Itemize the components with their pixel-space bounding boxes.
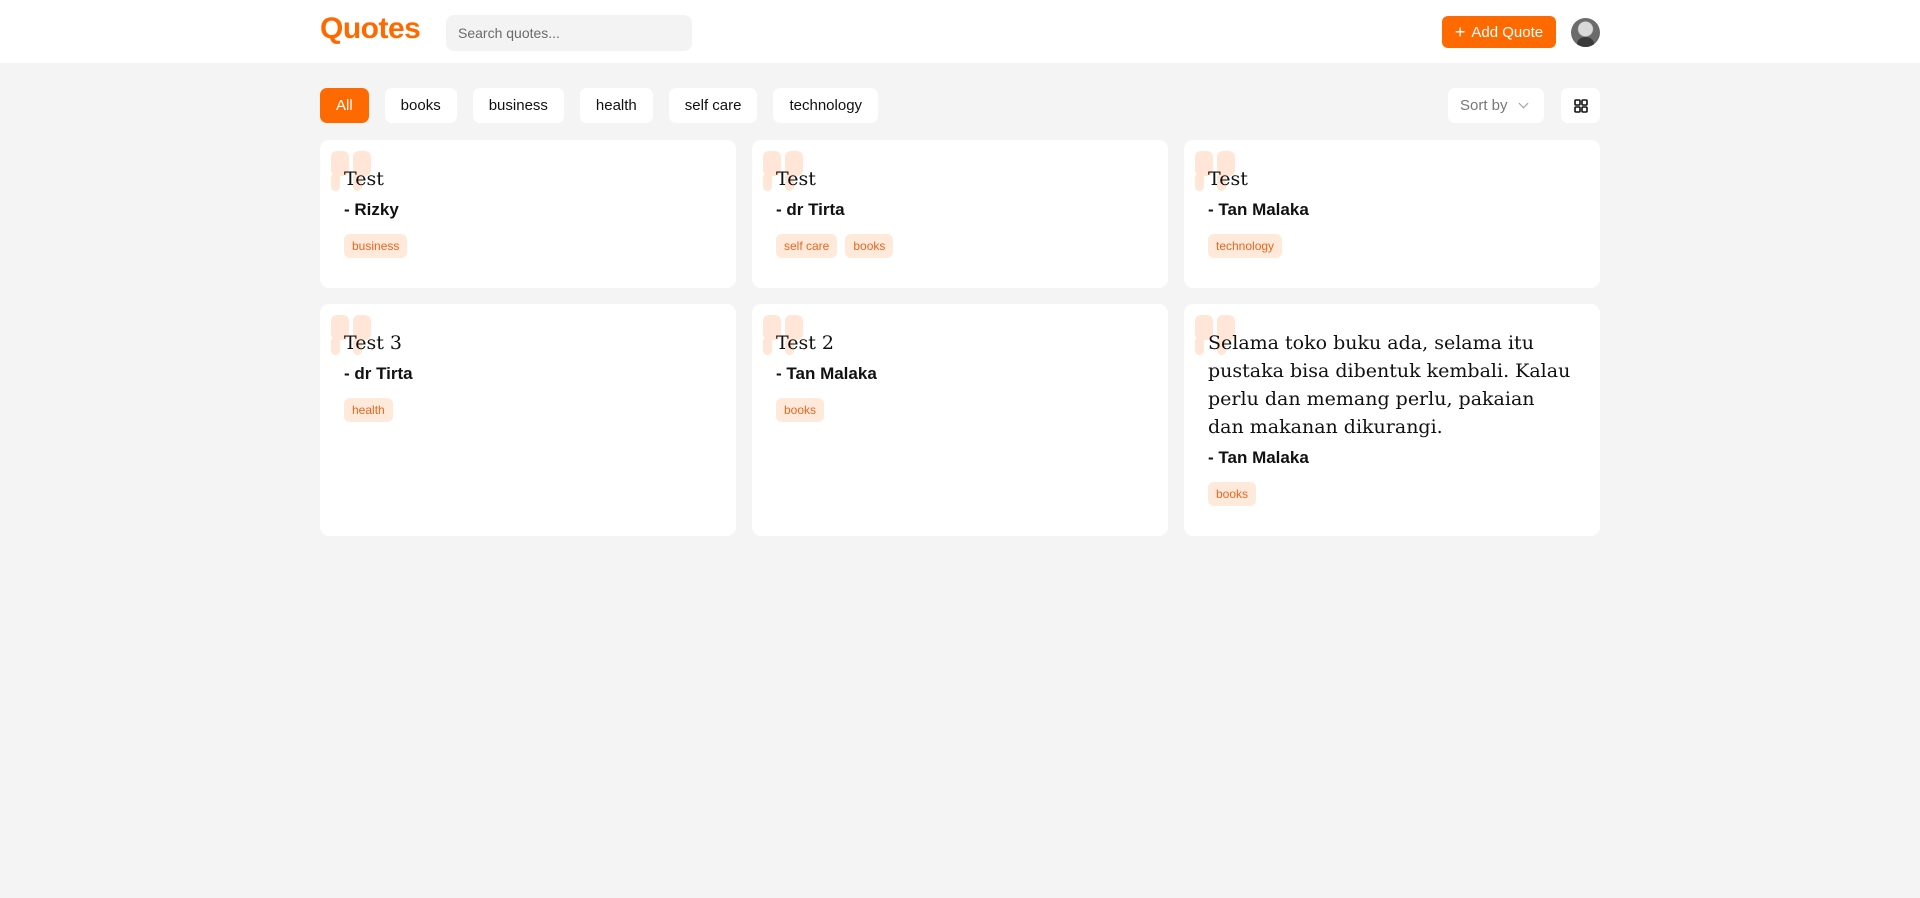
tag-badge[interactable]: books [845, 234, 894, 258]
category-filters: All books business health self care technolog… [320, 88, 879, 123]
quotes-grid: Test - Rizky business Test - dr Tirta self ca… [320, 140, 1600, 536]
grid-icon [1573, 98, 1588, 113]
quote-tags: books [1208, 482, 1576, 506]
quote-card[interactable]: Test - Tan Malaka technology [1184, 140, 1600, 288]
filter-chip[interactable]: All [320, 88, 369, 123]
plus-icon: + [1454, 22, 1466, 42]
sort-dropdown[interactable]: Sort by [1448, 88, 1544, 123]
search-input[interactable] [446, 15, 692, 51]
quote-author: - Tan Malaka [1208, 448, 1309, 467]
quote-author: - dr Tirta [344, 364, 413, 383]
quote-card[interactable]: Test 3 - dr Tirta health [320, 304, 736, 536]
grid-view-button[interactable] [1561, 88, 1600, 123]
tag-badge[interactable]: books [1208, 482, 1257, 506]
quote-author: - dr Tirta [776, 200, 845, 219]
app-logo[interactable]: Quotes [320, 12, 421, 46]
quote-tags: business [344, 234, 712, 258]
tag-badge[interactable]: health [344, 398, 393, 422]
tag-badge[interactable]: books [776, 398, 825, 422]
filter-chip[interactable]: self care [668, 88, 758, 123]
quote-text: Test 2 [776, 332, 834, 354]
add-quote-label: Add Quote [1471, 23, 1544, 41]
quote-author: - Rizky [344, 200, 399, 219]
user-avatar[interactable] [1571, 18, 1600, 47]
quote-text: Test [344, 168, 384, 190]
quote-tags: books [776, 398, 1144, 422]
quote-tags: self care books [776, 234, 1144, 258]
filter-chip[interactable]: technology [773, 88, 879, 123]
add-quote-button[interactable]: + Add Quote [1442, 16, 1556, 48]
tag-badge[interactable]: business [344, 234, 408, 258]
quote-tags: technology [1208, 234, 1576, 258]
chevron-down-icon [1518, 98, 1528, 109]
quote-text: Test 3 [344, 332, 402, 354]
quote-tags: health [344, 398, 712, 422]
filter-chip[interactable]: business [472, 88, 564, 123]
tag-badge[interactable]: self care [776, 234, 838, 258]
quote-card[interactable]: Test - dr Tirta self care books [752, 140, 1168, 288]
quote-text: Test [1208, 168, 1248, 190]
tag-badge[interactable]: technology [1208, 234, 1283, 258]
top-header: Quotes + Add Quote [0, 0, 1920, 63]
quote-text: Selama toko buku ada, selama itu pustaka… [1208, 332, 1571, 438]
quote-card[interactable]: Selama toko buku ada, selama itu pustaka… [1184, 304, 1600, 536]
quote-author: - Tan Malaka [1208, 200, 1309, 219]
filter-chip[interactable]: books [384, 88, 457, 123]
quote-author: - Tan Malaka [776, 364, 877, 383]
quote-card[interactable]: Test 2 - Tan Malaka books [752, 304, 1168, 536]
sort-label: Sort by [1460, 97, 1508, 114]
quote-card[interactable]: Test - Rizky business [320, 140, 736, 288]
filter-chip[interactable]: health [579, 88, 653, 123]
quote-text: Test [776, 168, 816, 190]
